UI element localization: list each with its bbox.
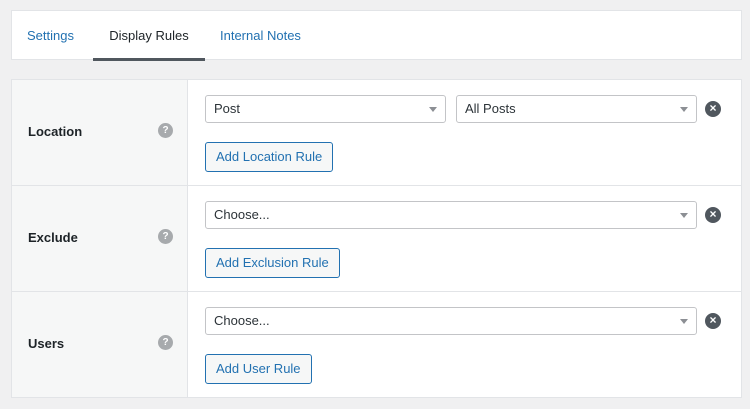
exclude-select-value: Choose...: [214, 207, 270, 222]
location-label: Location: [28, 124, 83, 139]
users-select-value: Choose...: [214, 313, 270, 328]
users-select[interactable]: Choose...: [205, 307, 697, 335]
location-value-select[interactable]: All Posts: [456, 95, 697, 123]
remove-location-rule-icon[interactable]: ×: [705, 101, 721, 117]
chevron-down-icon: [680, 107, 688, 112]
tab-bar: Settings Display Rules Internal Notes: [11, 10, 742, 61]
location-value-text: All Posts: [465, 101, 516, 116]
exclude-help-icon[interactable]: ?: [158, 229, 173, 244]
tab-internal-notes[interactable]: Internal Notes: [220, 11, 301, 60]
chevron-down-icon: [680, 213, 688, 218]
location-type-value: Post: [214, 101, 241, 116]
users-label: Users: [28, 336, 65, 351]
location-help-icon[interactable]: ?: [158, 123, 173, 138]
add-location-rule-button[interactable]: Add Location Rule: [205, 142, 334, 172]
add-user-rule-button[interactable]: Add User Rule: [205, 354, 312, 384]
tab-settings[interactable]: Settings: [27, 11, 74, 60]
location-type-select[interactable]: Post: [205, 95, 446, 123]
remove-exclude-rule-icon[interactable]: ×: [705, 207, 721, 223]
row-divider: [12, 185, 741, 186]
add-exclusion-rule-button[interactable]: Add Exclusion Rule: [205, 248, 340, 278]
exclude-select[interactable]: Choose...: [205, 201, 697, 229]
tab-display-rules[interactable]: Display Rules: [93, 11, 205, 61]
chevron-down-icon: [429, 107, 437, 112]
chevron-down-icon: [680, 319, 688, 324]
users-help-icon[interactable]: ?: [158, 335, 173, 350]
exclude-label: Exclude: [28, 230, 78, 245]
row-divider: [12, 291, 741, 292]
display-rules-panel: Location ? Post All Posts × Add Location…: [11, 79, 742, 398]
remove-user-rule-icon[interactable]: ×: [705, 313, 721, 329]
